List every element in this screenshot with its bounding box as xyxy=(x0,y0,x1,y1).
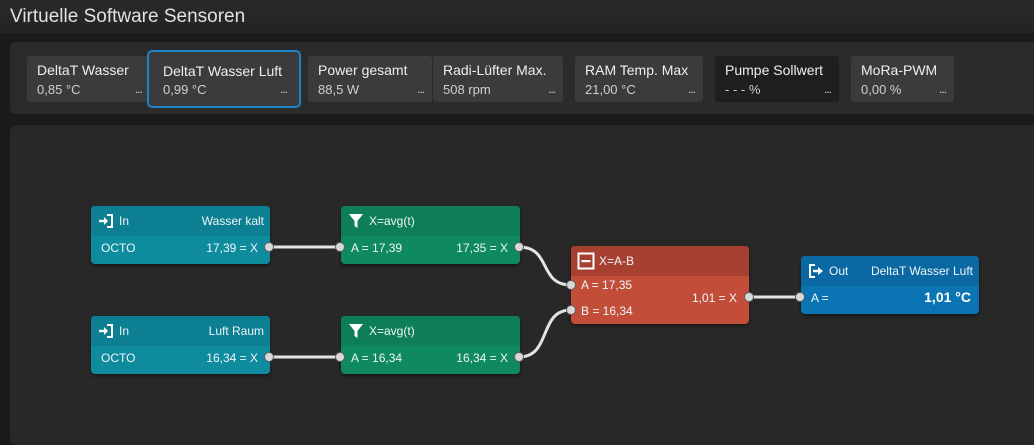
input-arrow-icon xyxy=(99,324,113,338)
filter-icon xyxy=(349,214,363,228)
input-arrow-icon xyxy=(99,214,113,228)
sensor-tile-name: RAM Temp. Max xyxy=(585,62,689,78)
node-input-label: A = xyxy=(811,291,829,305)
sensor-tile-value: 508 rpm xyxy=(443,82,491,97)
sensor-tile-name: MoRa-PWM xyxy=(861,62,938,78)
sensor-tile-radi-luefter-max[interactable]: Radi-Lüfter Max. 508 rpm ... xyxy=(433,56,563,102)
sensor-tile-menu[interactable]: ... xyxy=(548,82,556,96)
sensor-tile-name: DeltaT Wasser xyxy=(37,62,129,78)
sensor-tile-menu[interactable]: ... xyxy=(135,82,143,96)
minus-box-icon xyxy=(577,252,595,270)
filter-node-avg-2[interactable]: X=avg(t) A = 16,34 16,34 = X xyxy=(341,316,520,374)
node-output-value: 1,01 °C xyxy=(924,289,971,305)
sensor-tile-deltat-wasser[interactable]: DeltaT Wasser 0,85 °C ... xyxy=(27,56,150,102)
output-arrow-icon xyxy=(809,264,823,278)
node-sensor-label: Luft Raum xyxy=(208,324,264,338)
filter-node-avg-1[interactable]: X=avg(t) A = 17,39 17,35 = X xyxy=(341,206,520,264)
sensor-tile-value: 21,00 °C xyxy=(585,82,636,97)
sensor-tile-mora-pwm[interactable]: MoRa-PWM 0,00 % ... xyxy=(851,56,954,102)
node-output-value: 16,34 = X xyxy=(206,351,258,365)
node-title: X=avg(t) xyxy=(369,324,415,338)
sensor-tile-menu[interactable]: ... xyxy=(939,82,947,96)
input-port-a[interactable] xyxy=(566,280,576,290)
sensor-tile-value: 0,00 % xyxy=(861,82,902,97)
input-port-b[interactable] xyxy=(566,305,576,315)
input-node-wasser-kalt[interactable]: In Wasser kalt OCTO 17,39 = X xyxy=(91,206,270,264)
sensor-tile-name: DeltaT Wasser Luft xyxy=(163,63,283,79)
sensor-tile-menu[interactable]: ... xyxy=(688,82,696,96)
node-type-label: Out xyxy=(829,264,849,278)
title-bar: Virtuelle Software Sensoren xyxy=(0,0,1034,35)
sensor-tile-value: 0,99 °C xyxy=(163,82,207,97)
sensor-tile-name: Radi-Lüfter Max. xyxy=(443,62,547,78)
sensor-tile-value: 88,5 W xyxy=(318,82,360,97)
sensor-tile-power-gesamt[interactable]: Power gesamt 88,5 W ... xyxy=(308,56,432,102)
output-port[interactable] xyxy=(264,242,274,252)
sensor-tile-ram-temp-max[interactable]: RAM Temp. Max 21,00 °C ... xyxy=(575,56,703,102)
sensor-tile-pumpe-sollwert[interactable]: Pumpe Sollwert - - - % ... xyxy=(715,56,839,102)
node-title: X=A-B xyxy=(599,254,635,268)
page-title: Virtuelle Software Sensoren xyxy=(10,6,246,27)
output-node-deltat-wasser-luft[interactable]: Out DeltaT Wasser Luft A = 1,01 °C xyxy=(801,256,979,314)
node-header: X=avg(t) xyxy=(341,316,520,346)
sensor-tile-value: - - - % xyxy=(725,82,761,97)
sensor-tiles-panel: DeltaT Wasser 0,85 °C ... DeltaT Wasser … xyxy=(10,42,1034,114)
node-output-value: 17,39 = X xyxy=(206,241,258,255)
node-header: X=A-B xyxy=(571,246,749,276)
output-port[interactable] xyxy=(514,352,524,362)
sensor-tile-menu[interactable]: ... xyxy=(824,82,832,96)
input-port[interactable] xyxy=(795,292,805,302)
input-port[interactable] xyxy=(335,352,345,362)
output-port[interactable] xyxy=(514,242,524,252)
node-input-b: B = 16,34 xyxy=(581,304,633,318)
node-output-value: 17,35 = X xyxy=(456,241,508,255)
node-input-value: A = 17,39 xyxy=(351,241,403,255)
output-port[interactable] xyxy=(744,292,754,302)
node-output-value: 16,34 = X xyxy=(456,351,508,365)
node-output-value: 1,01 = X xyxy=(691,291,737,305)
sensor-tile-menu[interactable]: ... xyxy=(280,82,288,96)
node-header: In Wasser kalt xyxy=(91,206,270,236)
node-header: In Luft Raum xyxy=(91,316,270,346)
node-sensor-label: Wasser kalt xyxy=(201,214,264,228)
node-input-value: A = 16,34 xyxy=(351,351,403,365)
node-type-label: In xyxy=(119,324,130,338)
sensor-tile-name: Power gesamt xyxy=(318,62,408,78)
sensor-tile-name: Pumpe Sollwert xyxy=(725,62,824,78)
node-source: OCTO xyxy=(101,351,136,365)
node-sensor-label: DeltaT Wasser Luft xyxy=(870,264,973,278)
filter-icon xyxy=(349,324,363,338)
node-source: OCTO xyxy=(101,241,136,255)
node-input-a: A = 17,35 xyxy=(581,278,633,292)
output-port[interactable] xyxy=(264,352,274,362)
node-header: Out DeltaT Wasser Luft xyxy=(801,256,979,286)
operator-node-subtract[interactable]: X=A-B A = 17,35 B = 16,34 1,01 = X xyxy=(571,246,749,324)
node-header: X=avg(t) xyxy=(341,206,520,236)
input-port[interactable] xyxy=(335,242,345,252)
node-type-label: In xyxy=(119,214,130,228)
sensor-tile-menu[interactable]: ... xyxy=(417,82,425,96)
sensor-tile-deltat-wasser-luft[interactable]: DeltaT Wasser Luft 0,99 °C ... xyxy=(147,50,301,108)
sensor-tile-value: 0,85 °C xyxy=(37,82,81,97)
node-title: X=avg(t) xyxy=(369,214,415,228)
input-node-luft-raum[interactable]: In Luft Raum OCTO 16,34 = X xyxy=(91,316,270,374)
